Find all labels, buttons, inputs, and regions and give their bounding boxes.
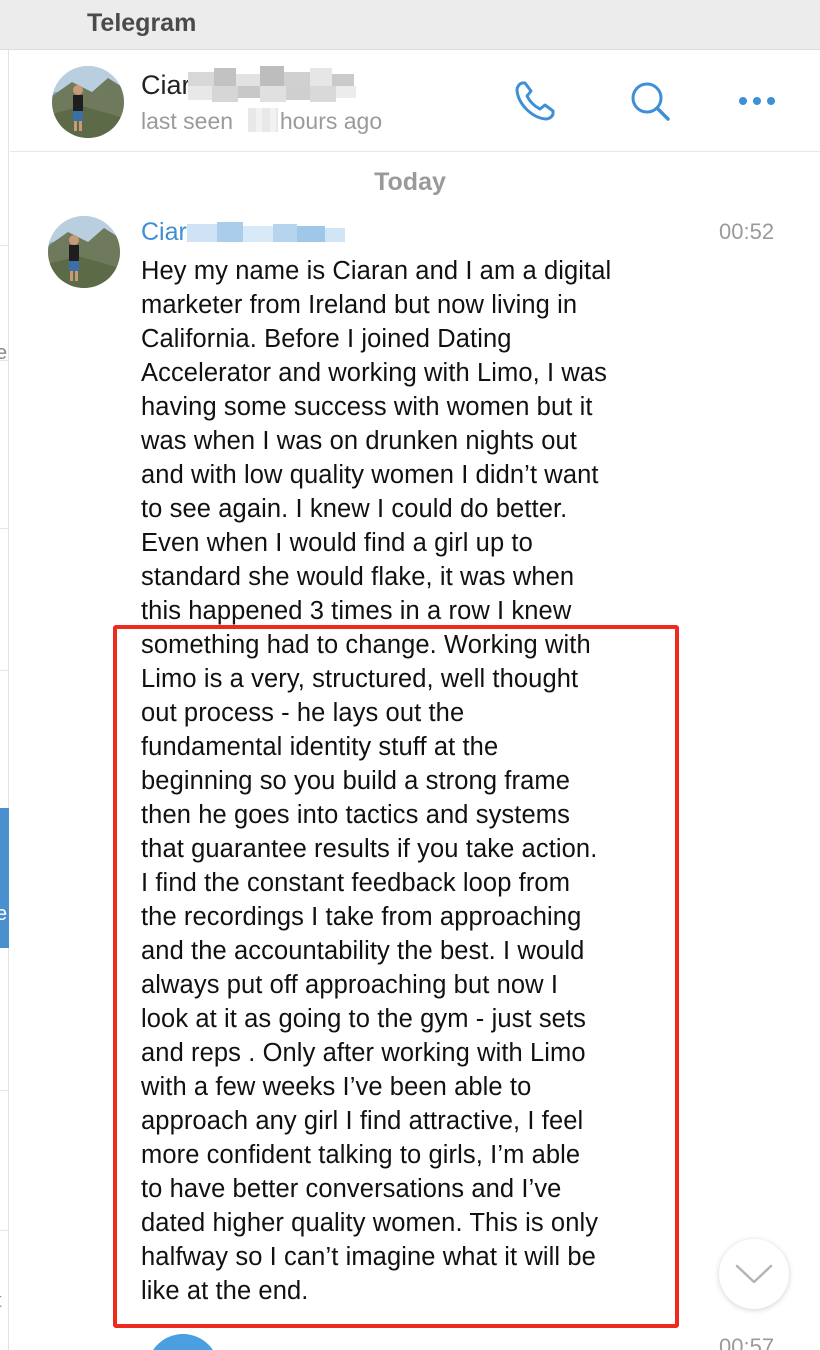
message-text-line: Hey my name is Ciaran and I am a digital [141,257,612,285]
message-text-line: California. Before I joined Dating [141,325,512,353]
redacted-status-blur [248,108,278,132]
highlight-annotation-box [113,625,679,1328]
message-text-line: was when I was on drunken nights out [141,427,577,455]
chat-list-sidebar[interactable] [0,50,9,1350]
call-button[interactable] [510,76,560,126]
message-text-line: having some success with women but it [141,393,593,421]
sidebar-text-fragment: e [0,342,8,364]
sender-avatar[interactable] [48,216,120,288]
contact-name[interactable]: Ciar [141,70,191,101]
message-time: 00:52 [719,219,775,244]
sidebar-active-chat[interactable] [0,808,9,948]
redacted-sender-blur [187,222,345,242]
message-text-line: this happened 3 times in a row I knew [141,597,572,625]
search-button[interactable] [625,76,675,126]
phone-icon [515,81,555,121]
message-text-line: Even when I would find a girl up to [141,529,533,557]
contact-avatar[interactable] [52,66,124,138]
sidebar-divider [0,1230,9,1231]
chat-header: Ciar last seen hours ago [10,50,820,152]
more-icon [739,97,775,105]
message-text-line: to see again. I knew I could do better. [141,495,568,523]
more-options-button[interactable] [732,76,782,126]
sidebar-divider [0,528,9,529]
redacted-name-blur [188,66,356,102]
sidebar-divider [0,1090,9,1091]
sidebar-divider [0,245,9,246]
message-text-line: standard she would flake, it was when [141,563,575,591]
window-titlebar: Telegram [0,0,820,50]
scroll-to-bottom-button[interactable] [719,1239,789,1309]
app-title: Telegram [87,9,197,37]
status-text: hours ago [279,108,383,134]
sidebar-text-fragment: e [0,903,8,925]
next-sender-avatar[interactable] [147,1334,219,1350]
message-text-line: Accelerator and working with Limo, I was [141,359,608,387]
status-text: last seen [141,108,234,134]
chevron-down-icon [735,1264,773,1284]
message-text-line: marketer from Ireland but now living in [141,291,578,319]
sidebar-text-fragment: t [0,1290,2,1313]
message-text-line: and with low quality women I didn’t want [141,461,599,489]
message-sender-name[interactable]: Ciar [141,218,187,247]
sidebar-divider [0,670,9,671]
date-separator: Today [374,168,446,196]
next-message-time: 00:57 [719,1334,775,1350]
search-icon [631,82,670,121]
